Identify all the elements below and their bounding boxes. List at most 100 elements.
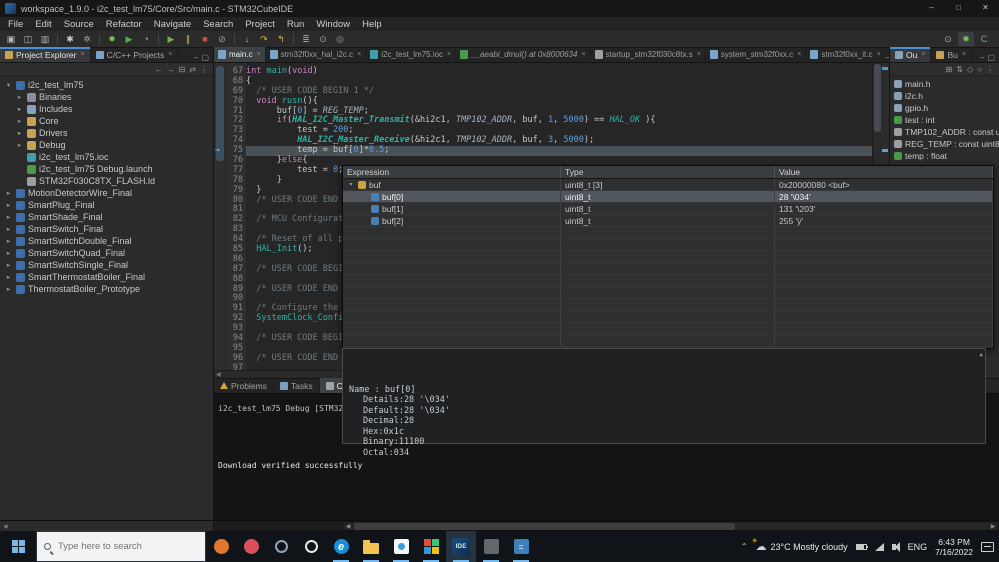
network-icon[interactable]	[875, 543, 884, 551]
calculator-app[interactable]: =	[506, 531, 536, 562]
tree-item-thermostatboiler-prototype[interactable]: ▸ThermostatBoiler_Prototype	[0, 283, 213, 295]
tree-item-binaries[interactable]: ▸Binaries	[0, 91, 213, 103]
outline-item-reg-temp-const-uint8-t[interactable]: REG_TEMP : const uint8_t	[890, 138, 999, 150]
menu-file[interactable]: File	[2, 19, 29, 30]
column-header-expression[interactable]: Expression	[343, 166, 561, 178]
language-indicator[interactable]: ENG	[908, 542, 928, 552]
photos-app[interactable]	[386, 531, 416, 562]
twistie-icon[interactable]: ▸	[4, 213, 13, 221]
terminate-icon[interactable]: ■	[197, 32, 213, 46]
debug-perspective-icon[interactable]: ✹	[958, 32, 974, 46]
explorer-hscrollbar[interactable]: ◀	[0, 521, 214, 531]
editor-tab-stm32f0xx-hal-i2c-c[interactable]: stm32f0xx_hal_i2c.c×	[266, 47, 367, 62]
collapse-all-icon[interactable]: ⊟	[179, 65, 186, 74]
twistie-icon[interactable]: ▸	[4, 285, 13, 293]
tree-item-smartswitchquad-final[interactable]: ▸SmartSwitchQuad_Final	[0, 247, 213, 259]
tree-item-i2c-test-lm75-debug-launch[interactable]: i2c_test_lm75 Debug.launch	[0, 163, 213, 175]
outline-tab-bu[interactable]: Bu×	[931, 47, 972, 62]
close-tab-icon[interactable]: ×	[168, 51, 172, 58]
start-button[interactable]	[0, 531, 36, 562]
editor-tab-main-c[interactable]: main.c×	[214, 47, 266, 62]
debug-icon[interactable]: ✹	[104, 32, 120, 46]
twistie-icon[interactable]: ▸	[4, 249, 13, 257]
save-all-icon[interactable]: ▥	[37, 32, 53, 46]
close-tab-icon[interactable]: ×	[962, 51, 966, 58]
edge-browser[interactable]: e	[326, 531, 356, 562]
scroll-left-icon[interactable]: ◀	[343, 523, 353, 530]
tree-item-i2c-test-lm75-ioc[interactable]: i2c_test_lm75.ioc	[0, 151, 213, 163]
disconnect-icon[interactable]: ⊘	[214, 32, 230, 46]
outline-item-main-h[interactable]: main.h	[890, 78, 999, 90]
close-tab-icon[interactable]: ×	[80, 51, 84, 58]
twistie-icon[interactable]: ▸	[4, 237, 13, 245]
close-tab-icon[interactable]: ×	[447, 51, 451, 58]
tree-item-i2c-test-lm75[interactable]: ▾i2c_test_lm75	[0, 79, 213, 91]
twistie-icon[interactable]: ▸	[15, 105, 24, 113]
tree-item-debug[interactable]: ▸Debug	[0, 139, 213, 151]
tree-item-drivers[interactable]: ▸Drivers	[0, 127, 213, 139]
pinned-app-red[interactable]	[236, 531, 266, 562]
scroll-right-icon[interactable]: ▶	[988, 523, 998, 530]
twistie-icon[interactable]: ▸	[4, 201, 13, 209]
hide-fields-icon[interactable]: ◇	[967, 65, 973, 74]
instruction-stepping-icon[interactable]: ≣	[298, 32, 314, 46]
twistie-icon[interactable]: ▸	[4, 273, 13, 281]
close-tab-icon[interactable]: ×	[257, 51, 261, 58]
mark-occurrences-icon[interactable]: ◎	[332, 32, 348, 46]
menu-project[interactable]: Project	[239, 19, 281, 30]
close-tab-icon[interactable]: ×	[797, 51, 801, 58]
menu-help[interactable]: Help	[356, 19, 388, 30]
expression-row-buf-1[interactable]: buf[1]uint8_t131 '\203'	[343, 203, 993, 215]
stm32cubeide-app[interactable]: IDE	[446, 531, 476, 562]
view-menu-icon[interactable]: ⋮	[986, 65, 994, 74]
panel-minimize-icon[interactable]: –	[980, 53, 984, 62]
resume-icon[interactable]: ▶	[163, 32, 179, 46]
volume-icon[interactable]	[892, 544, 896, 550]
run-icon[interactable]: ▶	[121, 32, 137, 46]
tree-item-core[interactable]: ▸Core	[0, 115, 213, 127]
scroll-track[interactable]	[353, 523, 988, 530]
back-icon[interactable]: ←	[155, 65, 163, 74]
editor-tab-startup-stm32f030c8tx-s[interactable]: startup_stm32f030c8tx.s×	[591, 47, 706, 62]
tree-item-smartplug-final[interactable]: ▸SmartPlug_Final	[0, 199, 213, 211]
tooltip-scroll-up-icon[interactable]: ▲	[979, 350, 983, 361]
build-all-icon[interactable]: ✲	[79, 32, 95, 46]
clock[interactable]: 6:43 PM 7/16/2022	[935, 537, 973, 557]
editor-tab-system-stm32f0xx-c[interactable]: system_stm32f0xx.c×	[706, 47, 807, 62]
editor-tab-stm32f0xx-it-c[interactable]: stm32f0xx_it.c×	[806, 47, 885, 62]
outline-item-test-int[interactable]: test : int	[890, 114, 999, 126]
suspend-icon[interactable]: ∥	[180, 32, 196, 46]
menu-run[interactable]: Run	[281, 19, 310, 30]
profile-icon[interactable]: ◔	[138, 32, 154, 46]
link-editor-icon[interactable]: ⇄	[189, 65, 196, 74]
twistie-icon[interactable]: ▸	[4, 261, 13, 269]
twistie-icon[interactable]: ▸	[15, 93, 24, 101]
sort-icon[interactable]: ⇅	[956, 65, 963, 74]
close-tab-icon[interactable]: ×	[357, 51, 361, 58]
menu-search[interactable]: Search	[197, 19, 239, 30]
close-tab-icon[interactable]: ×	[921, 51, 925, 58]
panel-maximize-icon[interactable]: ▢	[201, 53, 209, 62]
twistie-icon[interactable]: ▾	[4, 81, 13, 89]
expression-row-buf-0[interactable]: buf[0]uint8_t28 '\034'	[343, 191, 993, 203]
taskbar-search[interactable]	[36, 531, 206, 562]
editor-tab-aeabi-dmul-at-0x8000634[interactable]: __aeabi_dmul() at 0x8000634×	[456, 47, 590, 62]
dark-app[interactable]	[476, 531, 506, 562]
twistie-icon[interactable]: ▸	[15, 129, 24, 137]
twistie-icon[interactable]: ▸	[4, 189, 13, 197]
tree-item-smartthermostatboiler-final[interactable]: ▸SmartThermostatBoiler_Final	[0, 271, 213, 283]
twistie-icon[interactable]: ▸	[15, 141, 24, 149]
maximize-button[interactable]: □	[945, 0, 972, 17]
explorer-tab-c-c-projects[interactable]: C/C++ Projects×	[91, 47, 179, 62]
pinned-app-dark[interactable]	[266, 531, 296, 562]
build-icon[interactable]: ✱	[62, 32, 78, 46]
minimize-button[interactable]: –	[918, 0, 945, 17]
hide-static-icon[interactable]: ○	[977, 65, 982, 74]
view-menu-icon[interactable]: ⋮	[200, 65, 208, 74]
outline-item-gpio-h[interactable]: gpio.h	[890, 102, 999, 114]
console-tab-tasks[interactable]: Tasks	[274, 378, 320, 393]
battery-icon[interactable]	[856, 544, 867, 550]
annotation-ruler[interactable]: →	[214, 63, 226, 370]
search-icon[interactable]: ⊙	[315, 32, 331, 46]
console-tab-problems[interactable]: Problems	[214, 378, 274, 393]
